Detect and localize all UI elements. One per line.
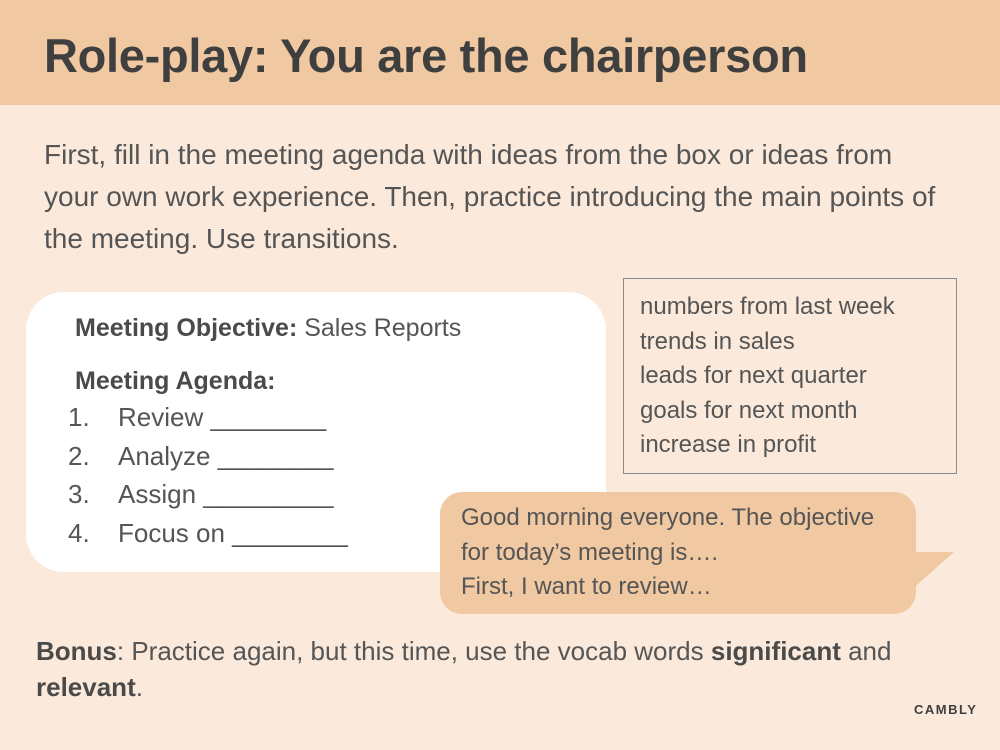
agenda-item-number: 1. [68,402,90,432]
agenda-item: 4. Focus on ________ [68,514,348,553]
agenda-list: 1. Review ________ 2. Analyze ________ 3. A… [68,398,348,552]
bonus-text-between: and [840,636,892,666]
agenda-item-text: Assign _________ [118,479,334,509]
agenda-item-number: 3. [68,479,90,509]
bonus-label: Bonus [36,636,117,666]
objective-value: Sales Reports [304,314,462,342]
page-title: Role-play: You are the chairperson [44,29,808,82]
idea-item: trends in sales [640,327,795,355]
agenda-item: 3. Assign _________ [68,475,348,514]
agenda-item: 1. Review ________ [68,398,348,437]
idea-item: increase in profit [640,431,817,458]
bonus-text: Bonus: Practice again, but this time, us… [36,633,936,705]
header-band: Role-play: You are the chairperson [0,0,1000,105]
idea-item: goals for next month [640,396,858,424]
agenda-item-text: Review ________ [118,402,327,432]
instructions-text: First, fill in the meeting agenda with i… [44,139,936,254]
vocab-word-relevant: relevant [36,672,136,702]
vocab-word-significant: significant [710,636,841,666]
bonus-text-after: . [135,672,143,702]
meeting-objective: Meeting Objective: Sales Reports [75,314,461,343]
speech-line: Good morning everyone. The objective [461,504,875,531]
agenda-item-text: Analyze ________ [118,440,334,471]
objective-label: Meeting Objective: [75,314,298,342]
speech-bubble-text: Good morning everyone. The objective for… [461,501,874,605]
idea-item: leads for next quarter [640,362,867,389]
cambly-logo: CAMBLY [914,702,978,717]
ideas-box: numbers from last week trends in sales l… [623,278,957,474]
agenda-item-number: 4. [68,517,90,548]
speech-bubble: Good morning everyone. The objective for… [440,492,916,614]
speech-line: First, I want to review… [461,573,712,600]
idea-item: numbers from last week [640,293,895,320]
agenda-title: Meeting Agenda: [75,367,276,395]
agenda-item: 2. Analyze ________ [68,437,348,476]
agenda-item-number: 2. [68,440,90,471]
speech-line: for today’s meeting is…. [461,538,719,566]
agenda-item-text: Focus on ________ [118,517,348,548]
ideas-list: numbers from last week trends in sales l… [640,290,895,463]
bonus-text-before: : Practice again, but this time, use the… [116,636,711,666]
